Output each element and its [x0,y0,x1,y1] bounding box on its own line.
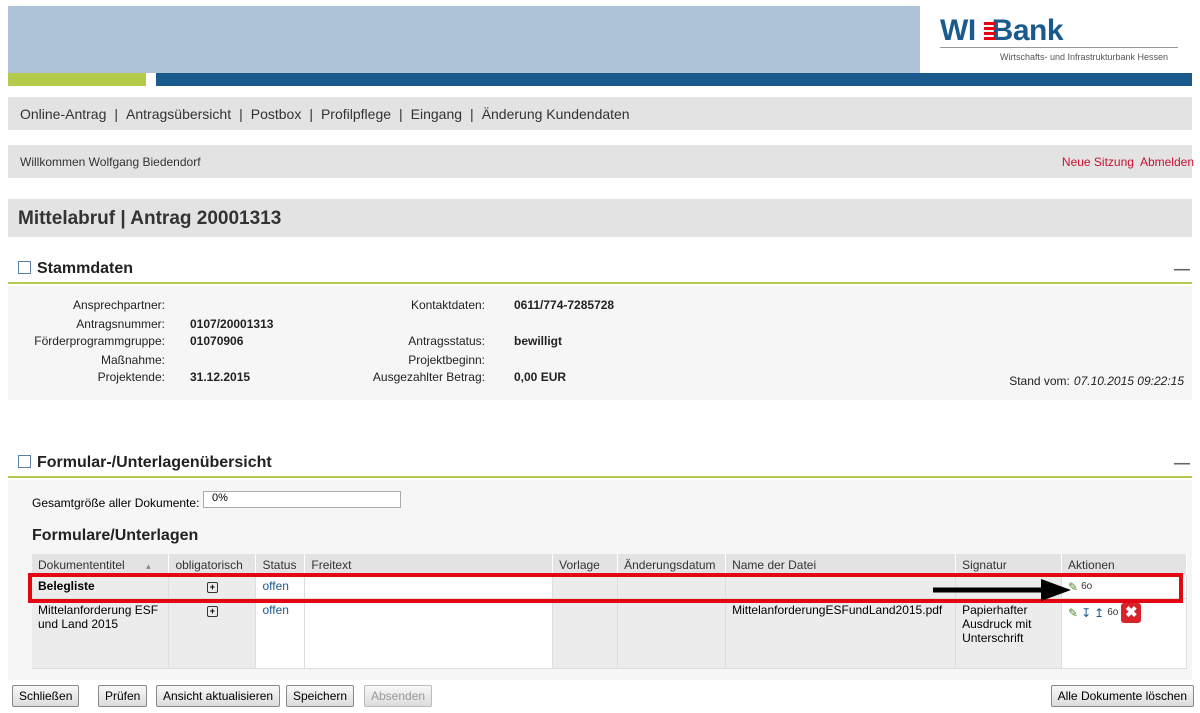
send-button[interactable]: Absenden [364,685,433,707]
label-projektbeginn: Projektbeginn: [408,353,485,367]
value-ausgezahlter-betrag: 0,00 EUR [514,370,567,384]
nav-items: Online-Antrag | Antragsübersicht | Postbox | P… [20,106,630,122]
value-kontaktdaten: 0611/774-7285728 [514,298,615,312]
label-antragsstatus: Antragsstatus: [408,334,485,348]
logout-link[interactable]: Abmelden [1140,155,1194,169]
col-dokumententitel-label: Dokumententitel [38,557,125,572]
nav-profilpflege[interactable]: Profilpflege [321,106,391,122]
nav-separator: | [239,106,243,122]
logo-divider [940,47,1178,48]
upload-icon[interactable]: ↥ [1094,606,1104,620]
size-value: 0% [212,492,228,504]
formulare-title: Formular-/Unterlagenübersicht [18,454,272,472]
label-ansprechpartner: Ansprechpartner: [72,298,165,312]
value-foerderprogrammgruppe: 01070906 [190,334,244,348]
stand-vom: Stand vom: 07.10.2015 09:22:15 [1009,374,1184,388]
logo-bars-icon [984,22,996,42]
value-projektende: 31.12.2015 [190,370,251,384]
stammdaten-title-text: Stammdaten [37,260,134,277]
stand-value: 07.10.2015 09:22:15 [1073,374,1184,388]
nav-aenderung-kundendaten[interactable]: Änderung Kundendaten [482,106,630,122]
nav-postbox[interactable]: Postbox [251,106,302,122]
col-status: Status [255,554,306,575]
label-antragsnummer: Antragsnummer: [76,317,165,331]
formulare-header: Formular-/Unterlagenübersicht — [8,451,1192,478]
row-actions: ✎ ↧ ↥ 6o ✖ [1061,598,1187,669]
table-header-row: Dokumententitel ▴ obligatorisch Status F… [32,554,1187,575]
header-stripe-green [8,73,146,86]
label-foerderprogrammgruppe: Förderprogrammgruppe: [34,334,165,348]
row-datei[interactable]: MittelanforderungESFundLand2015.pdf [725,598,957,669]
size-progress-bar: 0% [203,491,401,508]
col-aenderungsdatum: Änderungsdatum [617,554,727,575]
label-massnahme: Maßnahme: [100,353,165,367]
delete-all-button[interactable]: Alle Dokumente löschen [1050,685,1194,707]
header-stripe-blue [156,73,1192,86]
col-freitext: Freitext [304,554,554,575]
page-title: Mittelabruf | Antrag 20001313 [18,208,282,229]
table-row: Mittelanforderung ESF und Land 2015 + of… [32,598,1187,669]
row-vorlage [552,598,619,669]
row-obligatorisch: + [168,598,257,669]
nav-separator: | [114,106,119,122]
row-status: offen [255,598,306,669]
logo[interactable]: WI Bank [940,14,1064,48]
collapse-icon[interactable]: — [1174,261,1190,279]
row-title: Mittelanforderung ESF und Land 2015 [32,598,170,669]
col-dokumententitel[interactable]: Dokumententitel ▴ [32,554,170,575]
value-antragsnummer: 0107/20001313 [190,317,274,331]
formulare-subtitle: Formulare/Unterlagen [32,527,199,544]
stammdaten-title: Stammdaten [18,260,133,278]
nav-online-antrag[interactable]: Online-Antrag [20,106,106,122]
pencil-icon[interactable]: ✎ [1068,606,1078,620]
glasses-icon[interactable]: 6o [1107,607,1118,618]
nav-separator: | [470,106,474,122]
copy-icon [18,455,31,468]
stand-label: Stand vom: [1009,374,1070,388]
nav-eingang[interactable]: Eingang [411,106,462,122]
col-obligatorisch: obligatorisch [168,554,257,575]
label-ausgezahlter-betrag: Ausgezahlter Betrag: [372,370,485,384]
documents-table: Dokumententitel ▴ obligatorisch Status F… [32,554,1187,669]
size-label: Gesamtgröße aller Dokumente: [32,496,200,510]
row-datum [617,598,727,669]
check-button[interactable]: Prüfen [98,685,148,707]
welcome-text: Willkommen Wolfgang Biedendorf [20,155,201,169]
nav-separator: | [309,106,313,122]
new-session-link[interactable]: Neue Sitzung [1062,155,1134,169]
label-projektende: Projektende: [97,370,165,384]
col-aktionen: Aktionen [1061,554,1187,575]
collapse-icon[interactable]: — [1174,455,1190,473]
logo-wi: WI [940,14,976,47]
col-name-der-datei: Name der Datei [725,554,957,575]
label-kontaktdaten: Kontaktdaten: [410,298,485,312]
formulare-title-text: Formular-/Unterlagenübersicht [37,454,272,471]
sort-icon[interactable]: ▴ [146,561,151,571]
stammdaten-header: Stammdaten — [8,257,1192,284]
save-button[interactable]: Speichern [286,685,355,707]
row-signatur: Papierhafter Ausdruck mit Unterschrift [955,598,1063,669]
close-button[interactable]: Schließen [12,685,80,707]
download-icon[interactable]: ↧ [1081,606,1091,620]
col-signatur: Signatur [955,554,1063,575]
row-freitext[interactable] [304,598,554,669]
plus-icon: + [206,605,218,617]
nav-separator: | [399,106,403,122]
table-icon [18,261,31,274]
arrow-icon [933,579,1071,601]
logo-bank: Bank [991,14,1064,47]
refresh-button[interactable]: Ansicht aktualisieren [156,685,281,707]
logo-subtitle: Wirtschafts- und Infrastrukturbank Hesse… [1000,52,1169,62]
header-stripe-gap [146,73,156,86]
col-vorlage: Vorlage [552,554,619,575]
nav-antragsuebersicht[interactable]: Antragsübersicht [126,106,231,122]
value-antragsstatus: bewilligt [514,334,562,348]
delete-icon[interactable]: ✖ [1121,602,1142,623]
session-links: Neue Sitzung Abmelden [1056,155,1194,169]
